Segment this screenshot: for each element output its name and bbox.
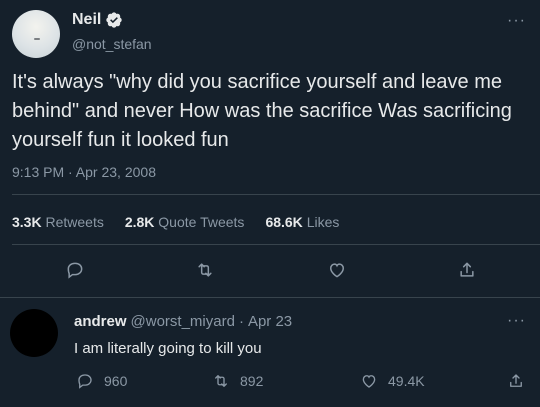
more-options-icon[interactable]: ··· [507,12,526,30]
share-button[interactable] [452,255,482,285]
quote-label: Quote Tweets [158,214,245,230]
reply-like-button[interactable]: 49.4K [360,372,425,390]
reply-text: I am literally going to kill you [74,340,262,357]
retweet-button[interactable] [190,255,220,285]
reply-author-name[interactable]: andrew [74,313,127,330]
reply-header: andrew @worst_miyard · Apr 23 [74,313,292,330]
reply-button[interactable] [60,255,90,285]
tweet-actions [0,255,540,285]
reply-actions: 960 892 49.4K [0,372,540,394]
quote-count: 2.8K [124,214,155,230]
reply-author-handle[interactable]: @worst_miyard [131,313,235,330]
author-avatar[interactable] [12,10,60,58]
likes-label: Likes [306,214,340,230]
tweet-detail: Neil @not_stefan ··· It's always "why di… [0,0,540,407]
like-button[interactable] [322,255,352,285]
retweets-stat[interactable]: 3.3K Retweets [12,214,104,230]
heart-icon [329,263,345,278]
divider [12,194,540,195]
tweet-timestamp[interactable]: 9:13 PM · Apr 23, 2008 [12,164,156,180]
reply-count: 960 [104,373,128,389]
retweet-icon [215,375,227,387]
reply-author-avatar[interactable] [10,309,58,357]
divider [0,297,540,298]
author-handle[interactable]: @not_stefan [72,36,152,52]
retweet-icon [198,263,212,277]
reply-share-button[interactable] [507,372,525,390]
heart-icon [362,375,376,388]
share-icon [510,374,522,387]
reply-icon [78,374,92,389]
share-icon [460,262,474,277]
separator-dot: · [238,313,244,330]
tweet-stats: 3.3K Retweets 2.8K Quote Tweets 68.6K Li… [12,214,360,230]
quote-tweets-stat[interactable]: 2.8K Quote Tweets [125,214,245,230]
likes-count: 68.6K [265,214,303,230]
like-count: 49.4K [388,373,425,389]
reply-date[interactable]: Apr 23 [248,313,292,330]
retweets-count: 3.3K [12,214,42,230]
author-name[interactable]: Neil [72,11,101,29]
tweet-text: It's always "why did you sacrifice yours… [12,71,512,151]
divider [12,244,540,245]
reply-retweet-button[interactable]: 892 [212,372,263,390]
retweet-count: 892 [240,373,264,389]
retweets-label: Retweets [45,214,104,230]
reply-icon [67,262,83,279]
reply-more-options-icon[interactable]: ··· [507,312,526,330]
reply-reply-button[interactable]: 960 [76,372,127,390]
verified-badge-icon [105,11,123,29]
likes-stat[interactable]: 68.6K Likes [265,214,339,230]
author-name-row: Neil [72,11,123,29]
